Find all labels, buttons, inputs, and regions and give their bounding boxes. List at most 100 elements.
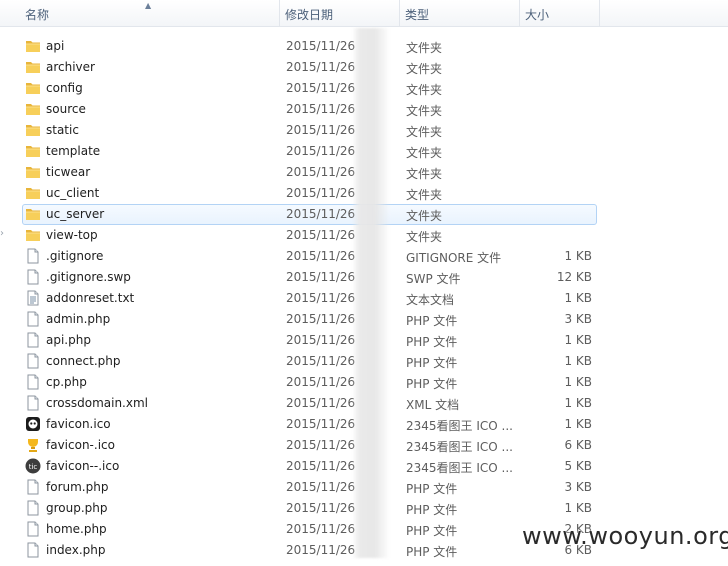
folder-icon (25, 143, 41, 159)
file-icon (25, 542, 41, 558)
file-icon (25, 500, 41, 516)
file-type: 文件夹 (406, 83, 443, 97)
file-type: PHP 文件 (406, 503, 458, 517)
file-type: PHP 文件 (406, 314, 458, 328)
column-header-bar: 名称 ▲ 修改日期 类型 大小 (0, 0, 728, 27)
file-name: uc_server (46, 207, 105, 221)
file-size: 1 KB (564, 417, 592, 431)
file-type: 文件夹 (406, 62, 443, 76)
file-name: api.php (46, 333, 91, 347)
file-size: 1 KB (564, 396, 592, 410)
folder-icon (25, 122, 41, 138)
folder-icon (25, 80, 41, 96)
file-size: 12 KB (556, 270, 592, 284)
file-name: group.php (46, 501, 108, 515)
file-date: 2015/11/26 (286, 102, 356, 116)
file-size: 1 KB (564, 291, 592, 305)
redaction-blur (352, 28, 390, 558)
file-icon (25, 374, 41, 390)
folder-icon (25, 38, 41, 54)
file-name: cp.php (46, 375, 87, 389)
text-file-icon (25, 290, 41, 306)
file-size: 3 KB (564, 312, 592, 326)
file-icon (25, 248, 41, 264)
file-name: index.php (46, 543, 106, 557)
folder-icon (25, 185, 41, 201)
file-size: 6 KB (564, 438, 592, 452)
file-size: 1 KB (564, 333, 592, 347)
column-header-size[interactable]: 大小 (520, 0, 600, 26)
file-date: 2015/11/26 (286, 438, 356, 452)
file-type: 文件夹 (406, 188, 443, 202)
file-icon (25, 353, 41, 369)
file-type: 文件夹 (406, 209, 443, 223)
column-header-date[interactable]: 修改日期 (280, 0, 400, 26)
file-size: 1 KB (564, 501, 592, 515)
file-type: PHP 文件 (406, 377, 458, 391)
file-date: 2015/11/26 (286, 249, 356, 263)
file-type: 文本文档 (406, 293, 455, 307)
file-size: 5 KB (564, 459, 592, 473)
file-name: favicon.ico (46, 417, 111, 431)
file-type: XML 文档 (406, 398, 460, 412)
file-date: 2015/11/26 (286, 375, 356, 389)
folder-icon (25, 59, 41, 75)
file-name: view-top (46, 228, 98, 242)
folder-icon (25, 101, 41, 117)
column-header-type[interactable]: 类型 (400, 0, 520, 26)
file-type: 2345看图王 ICO ... (406, 440, 513, 454)
file-size: 1 KB (564, 249, 592, 263)
expand-chevron-icon[interactable]: › (0, 228, 4, 239)
file-name: forum.php (46, 480, 109, 494)
favicon-robot-icon (25, 416, 41, 432)
file-date: 2015/11/26 (286, 501, 356, 515)
file-date: 2015/11/26 (286, 144, 356, 158)
file-size: 3 KB (564, 480, 592, 494)
file-date: 2015/11/26 (286, 543, 356, 557)
watermark: www.wooyun.org (522, 522, 728, 550)
file-name: config (46, 81, 83, 95)
file-size: 1 KB (564, 354, 592, 368)
file-type: 2345看图王 ICO ... (406, 461, 513, 475)
file-name: favicon-.ico (46, 438, 115, 452)
file-icon (25, 521, 41, 537)
file-name: source (46, 102, 86, 116)
file-type: PHP 文件 (406, 482, 458, 496)
file-type: 文件夹 (406, 41, 443, 55)
file-icon (25, 395, 41, 411)
file-name: template (46, 144, 101, 158)
file-date: 2015/11/26 (286, 312, 356, 326)
file-type: 文件夹 (406, 146, 443, 160)
file-type: PHP 文件 (406, 545, 458, 559)
file-type: 2345看图王 ICO ... (406, 419, 513, 433)
svg-text:tic: tic (29, 463, 38, 471)
file-name: connect.php (46, 354, 121, 368)
file-name: api (46, 39, 65, 53)
file-name: static (46, 123, 79, 137)
file-type: SWP 文件 (406, 272, 461, 286)
file-size: 1 KB (564, 375, 592, 389)
file-date: 2015/11/26 (286, 354, 356, 368)
file-name: admin.php (46, 312, 111, 326)
file-type: PHP 文件 (406, 524, 458, 538)
favicon-tic-icon: tic (25, 458, 41, 474)
file-date: 2015/11/26 (286, 123, 356, 137)
file-name: .gitignore (46, 249, 104, 263)
file-name: ticwear (46, 165, 91, 179)
file-name: .gitignore.swp (46, 270, 131, 284)
file-date: 2015/11/26 (286, 522, 356, 536)
file-date: 2015/11/26 (286, 39, 356, 53)
file-date: 2015/11/26 (286, 165, 356, 179)
file-type: 文件夹 (406, 104, 443, 118)
file-date: 2015/11/26 (286, 81, 356, 95)
file-date: 2015/11/26 (286, 186, 356, 200)
file-name: archiver (46, 60, 95, 74)
folder-icon (25, 164, 41, 180)
file-icon (25, 269, 41, 285)
file-type: PHP 文件 (406, 335, 458, 349)
file-name: crossdomain.xml (46, 396, 148, 410)
file-date: 2015/11/26 (286, 291, 356, 305)
file-type: GITIGNORE 文件 (406, 251, 502, 265)
file-icon (25, 332, 41, 348)
folder-icon (25, 206, 41, 222)
